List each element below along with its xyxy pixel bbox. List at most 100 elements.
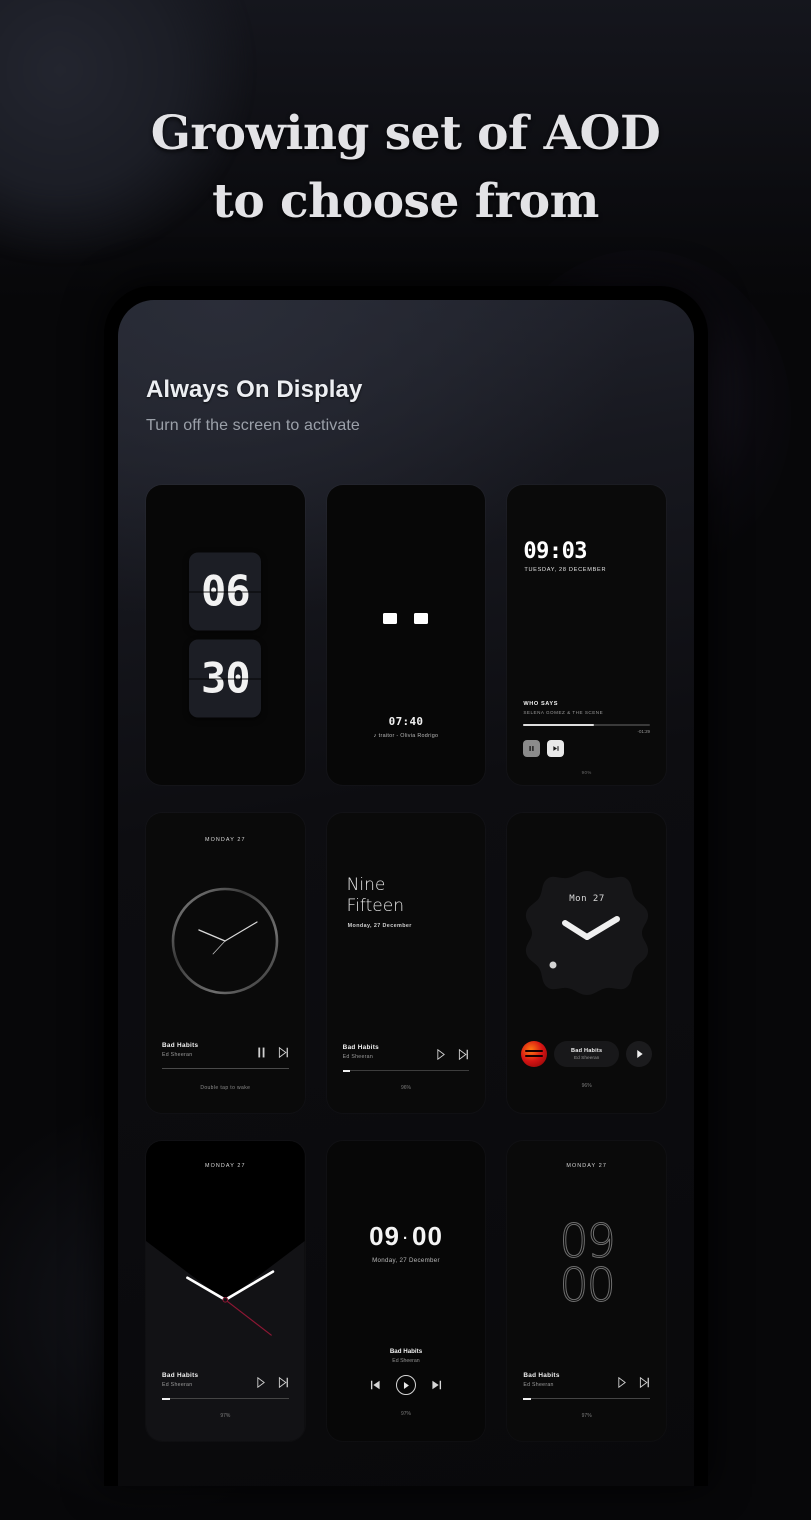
media-controls: [436, 1049, 469, 1060]
aod-card-outline-digits[interactable]: MONDAY 27 09 00 Bad Habits Ed Sheeran 97…: [507, 1141, 666, 1441]
play-icon[interactable]: [617, 1377, 627, 1388]
track-title: Bad Habits: [523, 1372, 560, 1379]
clock-date: Monday, 27 December: [372, 1257, 440, 1264]
clock-hours: 09: [369, 1221, 400, 1251]
media-controls: [327, 1375, 486, 1395]
clock-date: Monday, 27 December: [347, 923, 412, 929]
media-controls: [617, 1377, 650, 1388]
word-clock-line-1: Nine: [346, 875, 386, 895]
flip-minutes-value: 30: [201, 653, 251, 703]
battery-level: 90%: [581, 770, 592, 775]
clock-date: MONDAY 27: [205, 1163, 246, 1169]
media-player: Bad Habits Ed Sheeran: [162, 1042, 289, 1069]
wake-hint: Double tap to wake: [200, 1085, 251, 1091]
track-artist: Ed Sheeran: [523, 1382, 554, 1388]
pause-icon[interactable]: [257, 1047, 266, 1058]
play-icon[interactable]: [436, 1049, 446, 1060]
phone-screen: Always On Display Turn off the screen to…: [118, 300, 694, 1486]
square-indicator-row: [327, 613, 486, 624]
progress-bar[interactable]: [523, 724, 650, 726]
minimal-bottom-info: 07:40 ♪ traitor - Olivia Rodrigo: [327, 715, 486, 739]
progress-bar[interactable]: [162, 1068, 289, 1069]
battery-level: 97%: [581, 1413, 592, 1419]
outline-clock: 09 00: [507, 1214, 666, 1312]
play-button[interactable]: [626, 1041, 652, 1067]
aod-card-word-clock[interactable]: Nine Fifteen Monday, 27 December Bad Hab…: [326, 813, 486, 1113]
aod-card-wedge-analog[interactable]: MONDAY 27 Bad Habits Ed Sheeran 97%: [146, 1141, 305, 1441]
next-icon: [553, 746, 559, 751]
track-info-pill[interactable]: Bad Habits Ed Sheeran: [554, 1041, 619, 1067]
track-artist: Ed Sheeran: [392, 1358, 420, 1364]
word-clock-line-2: Fifteen: [346, 896, 404, 916]
analog-ring-clock: [172, 887, 279, 995]
pause-button[interactable]: [523, 740, 541, 757]
time-remaining: -01:29: [637, 729, 650, 734]
phone-mockup: Always On Display Turn off the screen to…: [104, 286, 708, 1486]
progress-bar[interactable]: [523, 1397, 650, 1400]
now-playing-track: ♪ traitor - Olivia Rodrigo: [327, 733, 486, 739]
track-artist: Ed Sheeran: [162, 1052, 193, 1058]
battery-level: 96%: [581, 1083, 592, 1089]
next-icon[interactable]: [278, 1377, 289, 1388]
track-title: Bad Habits: [342, 1044, 380, 1051]
outline-hours: 09: [559, 1214, 617, 1268]
battery-level: 96%: [400, 1085, 411, 1091]
aod-card-blob-watchface[interactable]: Mon 27 Bad Habits Ed Sheeran 96%: [507, 813, 666, 1113]
clock-time: 09:03: [523, 539, 588, 564]
track-title: WHO SAYS: [523, 701, 559, 707]
progress-bar[interactable]: [162, 1397, 289, 1400]
album-art: [521, 1041, 548, 1067]
media-player: Bad Habits Ed Sheeran: [521, 1041, 652, 1067]
next-icon[interactable]: [278, 1047, 289, 1058]
next-icon[interactable]: [431, 1380, 442, 1390]
square-icon-left: [383, 613, 398, 624]
previous-icon[interactable]: [370, 1380, 381, 1390]
headline-line-2: to choose from: [212, 174, 599, 229]
aod-card-minimal-squares[interactable]: 07:40 ♪ traitor - Olivia Rodrigo: [326, 485, 486, 785]
next-icon[interactable]: [458, 1049, 469, 1060]
headline-line-1: Growing set of AOD: [150, 106, 661, 161]
battery-level: 97%: [400, 1411, 411, 1417]
media-player: WHO SAYS SELENA GOMEZ & THE SCENE -01:29: [523, 701, 650, 757]
app-header: Always On Display Turn off the screen to…: [146, 300, 666, 435]
aod-card-ring-analog[interactable]: MONDAY 27 Bad Habits Ed Sheeran Double t…: [146, 813, 305, 1113]
play-icon[interactable]: [256, 1377, 266, 1388]
media-player: Bad Habits Ed Sheeran: [342, 1044, 470, 1072]
media-controls: [256, 1377, 289, 1388]
track-artist: Ed Sheeran: [162, 1382, 193, 1388]
track-artist: SELENA GOMEZ & THE SCENE: [523, 710, 604, 715]
clock-time: 09 · 00: [327, 1221, 486, 1252]
clock-separator: ·: [402, 1229, 409, 1247]
media-controls: [257, 1047, 289, 1058]
word-clock: Nine Fifteen: [347, 875, 404, 917]
next-track-button[interactable]: [547, 740, 565, 757]
flip-cell-hours: 06: [189, 552, 262, 631]
media-player: Bad Habits Ed Sheeran: [162, 1372, 289, 1400]
play-icon: [403, 1381, 409, 1389]
aod-card-centered-digital[interactable]: 09 · 00 Monday, 27 December Bad Habits Ed …: [326, 1141, 486, 1441]
media-player: Bad Habits Ed Sheeran: [327, 1348, 486, 1395]
battery-level: 97%: [220, 1413, 231, 1419]
next-icon[interactable]: [639, 1377, 650, 1388]
page-title: Always On Display: [146, 376, 363, 403]
page-headline: Growing set of AOD to choose from: [0, 100, 811, 236]
outline-minutes: 00: [559, 1258, 617, 1312]
track-title: Bad Habits: [571, 1047, 603, 1054]
square-icon-right: [414, 613, 429, 624]
clock-date: TUESDAY, 28 DECEMBER: [524, 567, 607, 573]
clock-time: 07:40: [388, 715, 424, 728]
track-title: Bad Habits: [389, 1348, 423, 1355]
aod-style-grid: 06 30 07:40 ♪ traitor - Olivia Rodrigo 0…: [146, 485, 666, 1441]
progress-bar[interactable]: [342, 1069, 470, 1072]
play-button[interactable]: [395, 1375, 416, 1395]
clock-date: MONDAY 27: [205, 837, 246, 843]
page-subtitle: Turn off the screen to activate: [146, 417, 360, 434]
flip-clock: 06 30: [146, 552, 305, 718]
media-player: Bad Habits Ed Sheeran: [523, 1372, 650, 1400]
track-title: Bad Habits: [162, 1372, 199, 1379]
track-artist: Ed Sheeran: [342, 1054, 374, 1060]
pause-icon: [529, 746, 534, 751]
track-title: Bad Habits: [162, 1042, 199, 1049]
aod-card-flip-clock[interactable]: 06 30: [146, 485, 305, 785]
aod-card-digital-player[interactable]: 09:03 TUESDAY, 28 DECEMBER WHO SAYS SELE…: [507, 485, 666, 785]
